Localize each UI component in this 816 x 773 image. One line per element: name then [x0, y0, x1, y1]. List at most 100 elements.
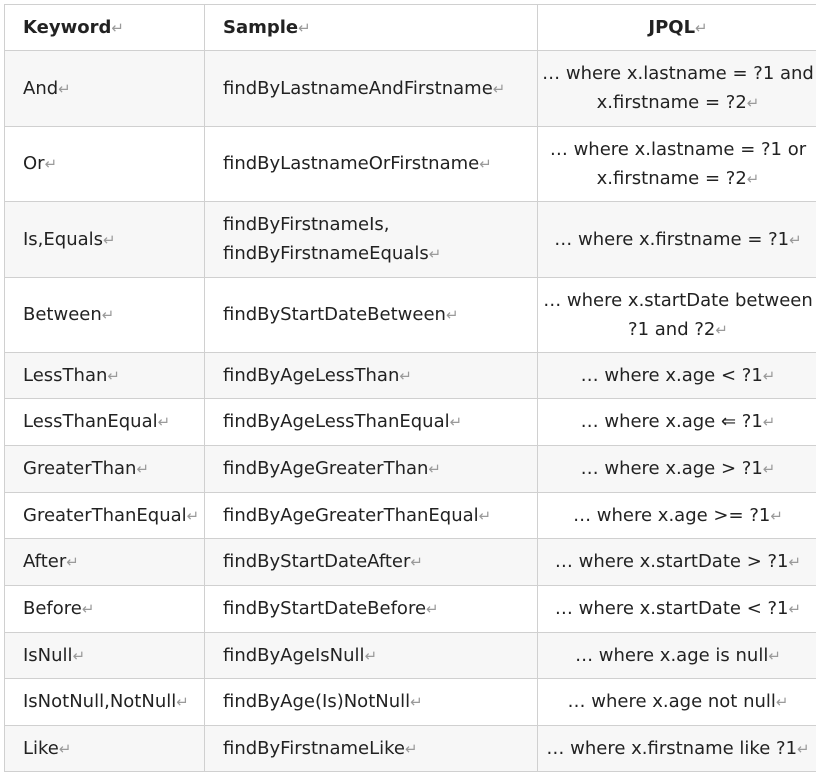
paragraph-mark: ↵: [72, 646, 86, 665]
jpql-cell: … where x.age > ?1↵: [537, 445, 816, 493]
paragraph-mark: ↵: [428, 460, 441, 478]
keyword-table: Keyword↵ Sample↵ JPQL↵ And↵ findByLastnam…: [4, 4, 816, 772]
sample-text: findByFirstnameLike: [223, 737, 405, 759]
paragraph-mark: ↵: [157, 413, 171, 431]
paragraph-mark: ↵: [399, 366, 412, 385]
keyword-cell: Like↵: [4, 725, 205, 772]
jpql-cell: … where x.lastname = ?1 and x.firstname …: [537, 50, 816, 127]
paragraph-mark: ↵: [410, 553, 423, 571]
keyword-cell: LessThan↵: [4, 352, 205, 399]
paragraph-mark: ↵: [788, 600, 802, 618]
jpql-cell: … where x.age >= ?1↵: [537, 492, 816, 539]
paragraph-mark: ↵: [176, 693, 189, 711]
paragraph-mark: ↵: [405, 739, 418, 758]
jpql-cell: … where x.age is null↵: [537, 632, 816, 679]
paragraph-mark: ↵: [746, 169, 760, 188]
paragraph-mark: ↵: [186, 506, 200, 525]
jpql-text: … where x.lastname = ?1 or x.firstname =…: [549, 138, 807, 189]
paragraph-mark: ↵: [58, 739, 72, 758]
jpql-text: … where x.age > ?1: [580, 458, 763, 479]
jpql-text: … where x.age >= ?1: [573, 504, 771, 526]
sample-cell: findByStartDateAfter↵: [204, 538, 538, 586]
sample-text: findByLastnameOrFirstname: [223, 153, 480, 174]
jpql-cell: … where x.startDate between ?1 and ?2↵: [537, 277, 816, 353]
sample-cell: findByLastnameAndFirstname↵: [204, 50, 538, 127]
jpql-cell: … where x.firstname = ?1↵: [537, 201, 816, 278]
keyword-cell: IsNotNull,NotNull↵: [4, 678, 205, 726]
paragraph-mark: ↵: [445, 306, 459, 324]
sample-text: findByAgeGreaterThanEqual: [223, 504, 479, 526]
jpql-cell: … where x.startDate < ?1↵: [537, 585, 816, 633]
sample-text: findByAgeGreaterThan: [223, 458, 429, 479]
sample-text: findByStartDateAfter: [223, 551, 411, 572]
sample-cell: findByAgeGreaterThanEqual↵: [204, 492, 538, 539]
jpql-text: … where x.age not null: [567, 691, 776, 712]
sample-text-line2: findByFirstnameEquals: [223, 243, 429, 264]
jpql-cell: … where x.lastname = ?1 or x.firstname =…: [537, 126, 816, 202]
sample-text: findByStartDateBefore: [223, 598, 427, 619]
sample-cell: findByStartDateBetween↵: [204, 277, 538, 353]
paragraph-mark: ↵: [101, 306, 115, 324]
table-row: IsNotNull,NotNull↵ findByAge(Is)NotNull ↵ ……: [4, 678, 816, 726]
table-row: LessThanEqual↵ findByAgeLessThanEqual↵… w…: [4, 398, 816, 446]
table-row: GreaterThanEqual↵ findByAgeGreaterThanEqu…: [4, 492, 816, 539]
jpql-cell: … where x.firstname like ?1↵: [537, 725, 816, 772]
keyword-text: LessThanEqual: [23, 411, 158, 432]
keyword-text: Between: [23, 304, 102, 325]
jpql-text: … where x.startDate > ?1: [554, 551, 789, 572]
keyword-text: After: [23, 551, 67, 572]
sample-cell: findByFirstnameIs, findByFirstnameEquals↵: [204, 201, 538, 278]
table-row: Or↵ findByLastnameOrFirstname↵… where x.l…: [4, 126, 816, 202]
paragraph-mark: ↵: [788, 553, 802, 571]
paragraph-mark: ↵: [44, 155, 58, 173]
paragraph-mark: ↵: [449, 413, 463, 431]
keyword-cell: Or↵: [4, 126, 205, 202]
table-row: And↵ findByLastnameAndFirstname↵… where x…: [4, 50, 816, 127]
sample-cell: findByLastnameOrFirstname↵: [204, 126, 538, 202]
keyword-cell: Is,Equals↵: [4, 201, 205, 278]
header-sample: Sample↵: [204, 4, 538, 51]
table-row: Before↵ findByStartDateBefore↵… where x.s…: [4, 585, 816, 633]
paragraph-mark: ↵: [797, 739, 810, 758]
sample-cell: findByAgeGreaterThan↵: [204, 445, 538, 493]
paragraph-mark: ↵: [762, 413, 776, 431]
paragraph-mark: ↵: [746, 94, 760, 112]
jpql-text: … where x.age ⇐ ?1: [580, 411, 763, 432]
jpql-text: … where x.startDate between ?1 and ?2: [543, 289, 813, 340]
keyword-text: Like: [23, 737, 59, 759]
jpql-text: … where x.firstname like ?1: [546, 737, 798, 759]
paragraph-mark: ↵: [66, 553, 79, 571]
table-row: IsNull↵ findByAgeIsNull↵… where x.age is …: [4, 632, 816, 679]
keyword-text: GreaterThan: [23, 458, 137, 479]
sample-text: findByAgeLessThanEqual: [223, 411, 450, 432]
paragraph-mark: ↵: [107, 366, 120, 385]
keyword-cell: After↵: [4, 538, 205, 586]
sample-cell: findByAgeIsNull↵: [204, 632, 538, 679]
table-row: LessThan↵ findByAgeLessThan↵… where x.age…: [4, 352, 816, 399]
table-row: Between↵ findByStartDateBetween↵… where x…: [4, 277, 816, 353]
keyword-cell: And↵: [4, 50, 205, 127]
paragraph-mark: ↵: [492, 79, 506, 98]
table-body: And↵ findByLastnameAndFirstname↵… where x…: [4, 50, 816, 772]
keyword-text: Before: [23, 598, 82, 619]
jpql-cell: … where x.age not null↵: [537, 678, 816, 726]
paragraph-mark: ↵: [762, 460, 776, 478]
table-row: After↵ findByStartDateAfter↵… where x.sta…: [4, 538, 816, 586]
header-jpql: JPQL↵: [537, 4, 816, 51]
keyword-text: IsNotNull,NotNull: [23, 691, 177, 712]
keyword-text: Is,Equals: [23, 228, 104, 250]
sample-text: findByAge(Is)NotNull: [223, 691, 411, 712]
paragraph-mark: ↵: [770, 506, 783, 525]
paragraph-mark: ↵: [426, 600, 439, 618]
paragraph-mark: ↵: [136, 460, 150, 478]
jpql-text: … where x.firstname = ?1: [554, 228, 790, 250]
jpql-cell: … where x.age < ?1↵: [537, 352, 816, 399]
sample-cell: findByStartDateBefore↵: [204, 585, 538, 633]
keyword-cell: IsNull↵: [4, 632, 205, 679]
keyword-text: Or: [23, 153, 45, 174]
paragraph-mark: ↵: [364, 646, 378, 665]
sample-cell: findByAgeLessThan↵: [204, 352, 538, 399]
sample-text: findByStartDateBetween: [223, 304, 446, 325]
sample-cell: findByAgeLessThanEqual↵: [204, 398, 538, 446]
jpql-text: … where x.age < ?1: [580, 364, 763, 386]
